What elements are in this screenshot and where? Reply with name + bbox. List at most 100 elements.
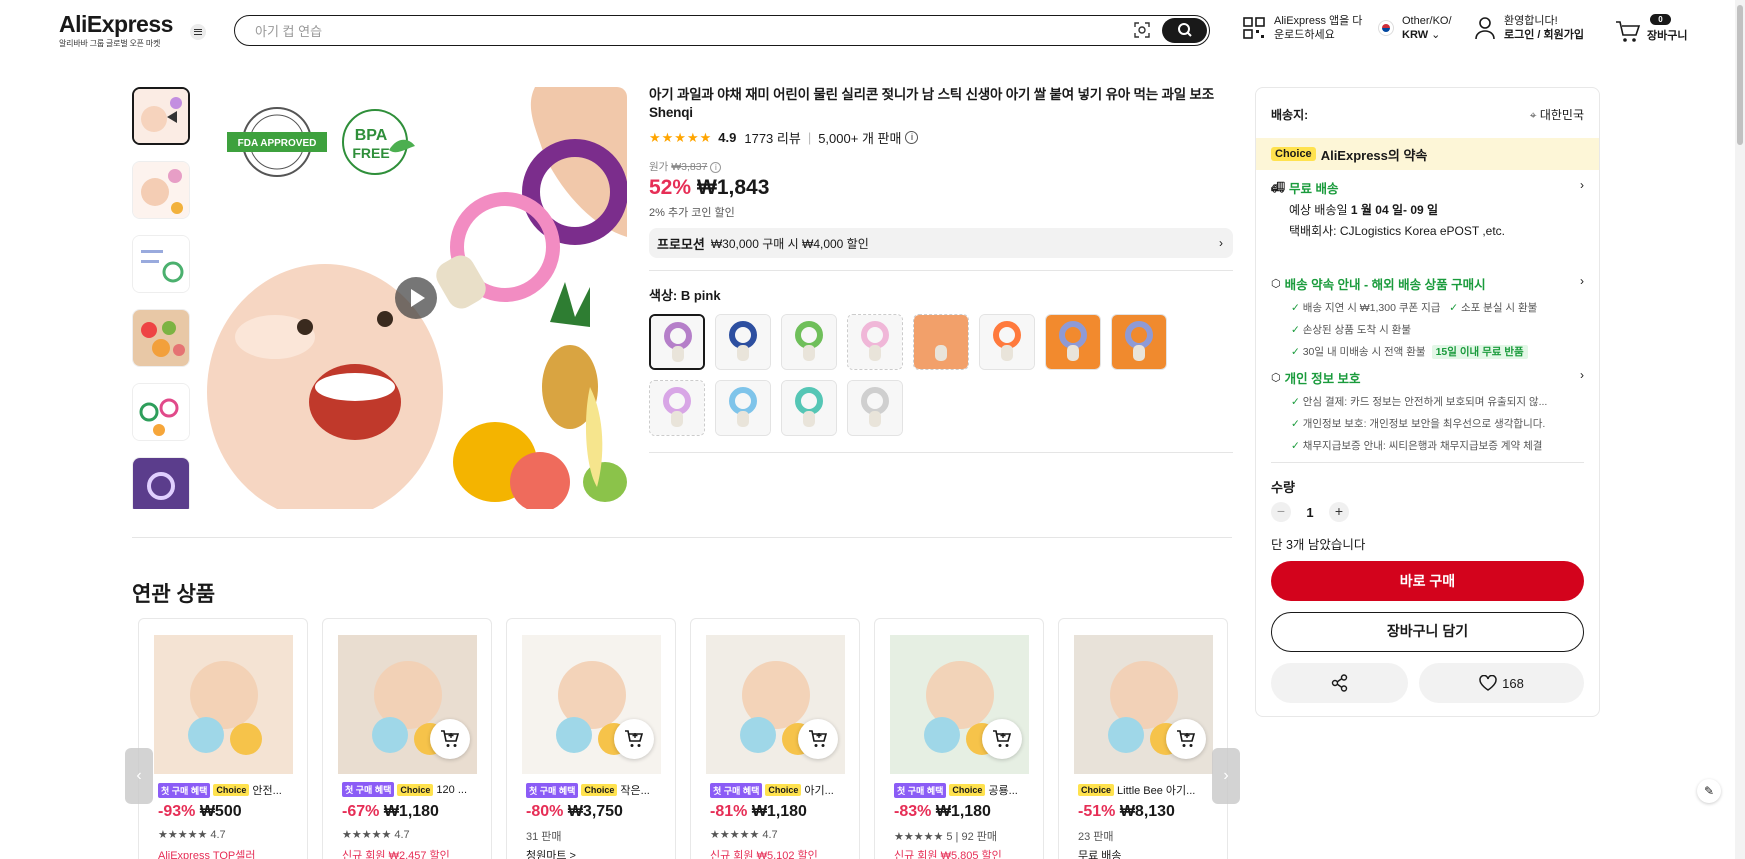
thumbnail-video[interactable] <box>132 87 190 145</box>
add-to-cart-button[interactable]: 장바구니 담기 <box>1271 612 1584 652</box>
product-card-sale-price: ₩8,130 <box>1119 803 1175 820</box>
add-to-cart-icon[interactable] <box>982 719 1022 759</box>
thumbnail-strip <box>132 87 190 509</box>
heart-icon <box>1479 675 1497 691</box>
swatch-image <box>980 315 1034 369</box>
product-card-tags: Choice Little Bee 아기... <box>1078 782 1218 798</box>
category-menu-icon[interactable] <box>190 24 206 40</box>
shipping-section[interactable]: 🚚︎ 무료 배송 › 예상 배송일 1 월 04 일- 09 일 택배회사: CJ… <box>1271 178 1584 239</box>
svg-text:FDA APPROVED: FDA APPROVED <box>238 138 317 149</box>
product-card-tags: 첫 구매 혜택 Choice 아기... <box>710 782 850 798</box>
search-input[interactable] <box>255 21 1095 41</box>
delivery-promise-section[interactable]: ⬡배송 약속 안내 - 해외 배송 상품 구매시 › 배송 지연 시 ₩1,30… <box>1271 274 1584 359</box>
ship-destination-selector[interactable]: ⌖ 대한민국 <box>1530 106 1584 123</box>
shield-check-icon: ⬡ <box>1271 372 1281 384</box>
color-swatch[interactable] <box>847 314 903 370</box>
scrollbar-thumb[interactable] <box>1737 5 1743 145</box>
product-card-price: -67% ₩1,180 <box>342 803 439 821</box>
carrier-info: 택배회사: CJLogistics Korea ePOST ,etc. <box>1289 224 1506 238</box>
account-link[interactable]: 환영합니다! 로그인 / 회원가입 <box>1474 14 1584 42</box>
swatch-image <box>848 381 902 435</box>
feedback-edit-icon[interactable]: ✎ <box>1697 779 1721 803</box>
product-card[interactable]: 첫 구매 혜택 Choice 안전... -93% ₩500 ★★★★★ 4.7 AliE… <box>138 618 308 859</box>
share-button[interactable] <box>1271 663 1408 703</box>
product-card[interactable]: Choice Little Bee 아기... -51% ₩8,130 23 판매 무료… <box>1058 618 1228 859</box>
product-card-price: -80% ₩3,750 <box>526 803 623 821</box>
swatch-image <box>782 381 836 435</box>
product-card[interactable]: 첫 구매 혜택 Choice 공룡... -83% ₩1,180 ★★★★★ 5 | 9… <box>874 618 1044 859</box>
play-video-icon[interactable] <box>395 277 437 319</box>
swatch-image <box>651 316 703 368</box>
carousel-next-button[interactable]: › <box>1212 748 1240 804</box>
thumbnail-image[interactable] <box>132 161 190 219</box>
product-card-image[interactable] <box>154 635 293 774</box>
download-app-link[interactable]: AliExpress 앱을 다 운로드하세요 <box>1242 14 1362 42</box>
info-icon[interactable]: i <box>710 162 722 173</box>
color-swatch[interactable] <box>1111 314 1167 370</box>
color-swatch[interactable] <box>847 380 903 436</box>
choice-tag: Choice <box>949 784 986 796</box>
welcome-text: 환영합니다! <box>1504 15 1558 27</box>
privacy-section[interactable]: ⬡개인 정보 보호 › 안심 결제: 카드 정보는 안전하게 보호되며 유출되지… <box>1271 368 1584 453</box>
product-title: 아기 과일과 야채 재미 어린이 물린 실리콘 젖니가 남 스틱 신생아 아기 … <box>649 87 1214 120</box>
page-scrollbar[interactable] <box>1735 0 1745 859</box>
product-card-extra: AliExpress TOP셀러 <box>158 850 256 859</box>
main-product-image[interactable]: FDA APPROVED BPA FREE <box>205 87 627 509</box>
original-price: ₩3,837 <box>671 161 708 173</box>
thumbnail-image[interactable] <box>132 457 190 509</box>
chevron-right-icon: › <box>1219 236 1223 250</box>
thumbnail-image[interactable] <box>132 235 190 293</box>
search-button[interactable] <box>1162 17 1207 43</box>
color-swatch[interactable] <box>715 380 771 436</box>
swatch-image <box>716 315 770 369</box>
color-swatch[interactable] <box>781 314 837 370</box>
info-icon[interactable]: i <box>905 131 919 144</box>
color-swatch[interactable] <box>649 380 705 436</box>
decrease-quantity-button[interactable]: − <box>1271 502 1291 522</box>
first-purchase-tag: 첫 구매 혜택 <box>526 782 579 798</box>
first-purchase-tag: 첫 구매 혜택 <box>710 782 763 798</box>
review-count-link[interactable]: 1773 리뷰 <box>744 128 800 147</box>
color-swatch[interactable] <box>715 314 771 370</box>
price-row: 52% ₩1,843 <box>649 176 1233 200</box>
carousel-prev-button[interactable]: ‹ <box>125 748 153 804</box>
product-card[interactable]: 첫 구매 혜택 Choice 아기... -81% ₩1,180 ★★★★★ 4.7 신규… <box>690 618 860 859</box>
add-to-cart-icon[interactable] <box>430 719 470 759</box>
color-swatch[interactable] <box>979 314 1035 370</box>
wishlist-count: 168 <box>1502 675 1524 691</box>
language-currency-selector[interactable]: Other/KO/KRW ⌄ <box>1378 14 1452 42</box>
promotion-banner[interactable]: 프로모션 ₩30,000 구매 시 ₩4,000 할인 › <box>649 228 1233 258</box>
add-to-cart-icon[interactable] <box>1166 719 1206 759</box>
add-to-cart-icon[interactable] <box>614 719 654 759</box>
product-card[interactable]: 첫 구매 혜택 Choice 작은... -80% ₩3,750 31 판매 청원마트 > <box>506 618 676 859</box>
share-icon <box>1331 674 1347 692</box>
swatch-image <box>716 381 770 435</box>
rating-score: 4.9 <box>718 130 737 145</box>
color-swatch[interactable] <box>1045 314 1101 370</box>
product-card-extra: 무료 배송 <box>1078 850 1122 859</box>
chevron-right-icon: › <box>1580 274 1584 288</box>
choice-tag: Choice <box>213 784 250 796</box>
add-to-cart-icon[interactable] <box>798 719 838 759</box>
coin-discount: 2% 추가 코인 할인 <box>649 207 735 219</box>
chevron-down-icon: ⌄ <box>1431 29 1441 41</box>
location-pin-icon: ⌖ <box>1529 108 1537 122</box>
color-swatch[interactable] <box>649 314 705 370</box>
product-card-discount: -93% <box>158 803 196 820</box>
product-card-price: -83% ₩1,180 <box>894 803 991 821</box>
image-search-icon[interactable] <box>1133 21 1151 39</box>
color-swatch[interactable] <box>781 380 837 436</box>
thumbnail-image[interactable] <box>132 309 190 367</box>
thumbnail-image[interactable] <box>132 383 190 441</box>
increase-quantity-button[interactable]: + <box>1329 502 1349 522</box>
choice-tag: Choice <box>1078 784 1115 796</box>
wishlist-button[interactable]: 168 <box>1419 663 1584 703</box>
buy-now-button[interactable]: 바로 구매 <box>1271 561 1584 601</box>
aliexpress-logo[interactable]: AliExpress 알리바바 그룹 글로벌 오픈 마켓 <box>59 12 173 49</box>
color-swatch[interactable] <box>913 314 969 370</box>
color-swatches <box>649 314 1233 446</box>
product-card[interactable]: 첫 구매 혜택 Choice 120 ... -67% ₩1,180 ★★★★★ 4.7… <box>322 618 492 859</box>
promotion-text: ₩30,000 구매 시 ₩4,000 할인 <box>710 236 869 251</box>
product-card-tags: 첫 구매 혜택 Choice 안전... <box>158 782 298 798</box>
choice-tag: Choice <box>1271 147 1316 161</box>
